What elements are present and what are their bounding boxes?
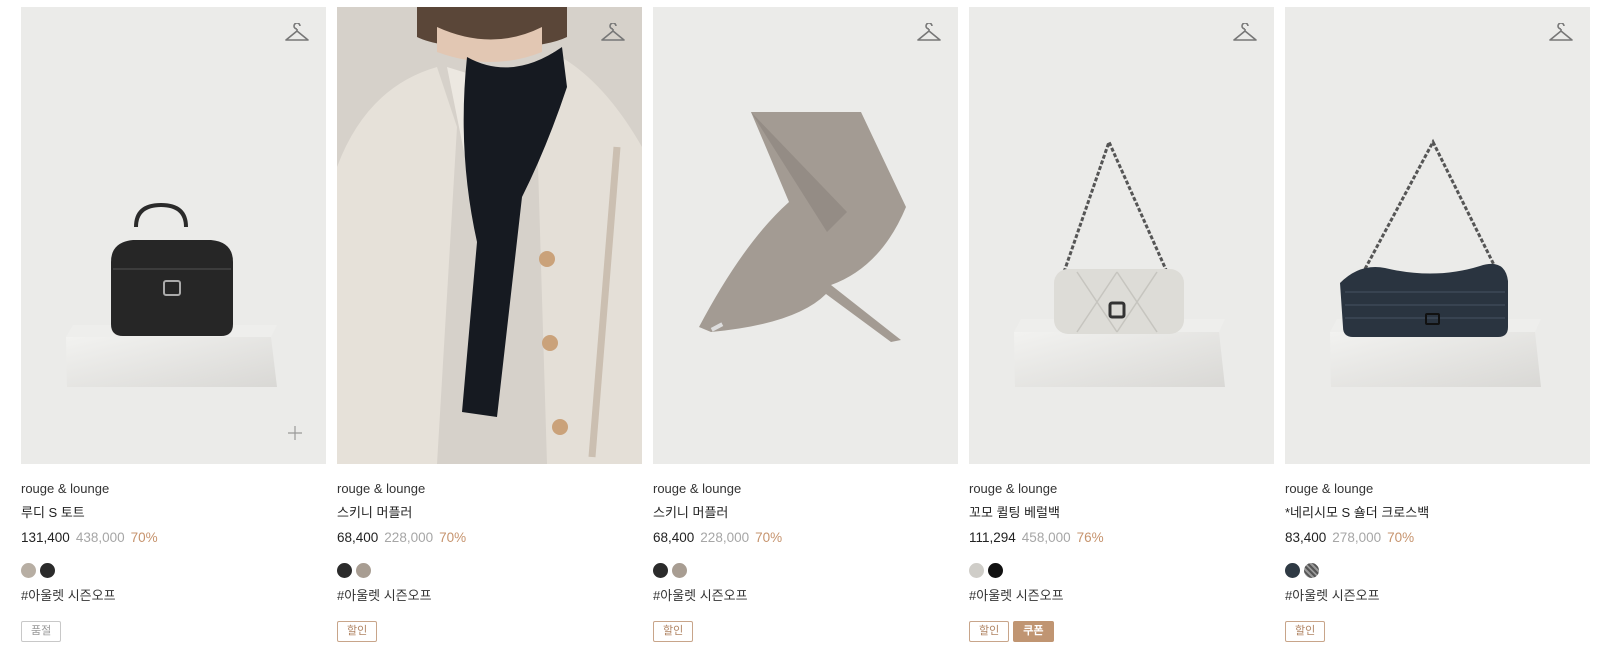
price-row: 68,400 228,000 70% [337,529,642,546]
hashtag[interactable]: #아울렛 시즌오프 [21,587,326,604]
sale-price: 68,400 [653,530,695,545]
product-card[interactable]: rouge & lounge 꼬모 퀼팅 베럴백 111,294 458,000 7… [969,7,1274,642]
sale-badge: 할인 [1285,621,1326,642]
plus-icon[interactable] [286,424,304,442]
badge-row: 할인 [337,621,642,642]
hashtag[interactable]: #아울렛 시즌오프 [969,587,1274,604]
hanger-icon[interactable] [1548,23,1574,45]
hashtag[interactable]: #아울렛 시즌오프 [653,587,958,604]
product-name[interactable]: *네리시모 S 숄더 크로스백 [1285,504,1590,521]
badge-row: 할인 [653,621,958,642]
brand-name: rouge & lounge [21,481,110,496]
discount-rate: 70% [130,530,158,545]
product-image[interactable] [337,7,642,464]
original-price: 228,000 [700,530,750,545]
badge-row: 품절 [21,621,326,642]
sale-badge: 할인 [653,621,694,642]
color-swatch[interactable] [356,563,371,578]
hanger-icon[interactable] [284,23,310,45]
color-swatches [337,563,642,578]
price-row: 68,400 228,000 70% [653,529,958,546]
price-row: 131,400 438,000 70% [21,529,326,546]
color-swatch[interactable] [988,563,1003,578]
product-image[interactable] [969,7,1274,464]
sale-price: 111,294 [969,530,1016,545]
discount-rate: 70% [439,530,467,545]
color-swatch[interactable] [337,563,352,578]
product-name[interactable]: 꼬모 퀼팅 베럴백 [969,504,1274,521]
product-card[interactable]: rouge & lounge 루디 S 토트 131,400 438,000 70%… [21,7,326,642]
sale-badge: 할인 [969,621,1010,642]
soldout-badge: 품절 [21,621,62,642]
product-card[interactable]: rouge & lounge 스키니 머플러 68,400 228,000 70% … [337,7,642,642]
color-swatches [653,563,958,578]
coupon-badge: 쿠폰 [1013,621,1054,642]
color-swatch[interactable] [969,563,984,578]
sale-price: 131,400 [21,530,70,545]
color-swatches [21,563,326,578]
product-card[interactable]: rouge & lounge *네리시모 S 숄더 크로스백 83,400 278… [1285,7,1590,642]
product-photo-model-scarf [337,7,642,464]
brand-name: rouge & lounge [1285,481,1374,496]
brand-name: rouge & lounge [969,481,1058,496]
brand-name: rouge & lounge [653,481,742,496]
product-photo-white-barrel [1014,137,1225,387]
product-photo-navy-woven [1330,138,1541,387]
badge-row: 할인 [1285,621,1590,642]
discount-rate: 70% [1387,530,1415,545]
original-price: 438,000 [75,530,125,545]
hashtag[interactable]: #아울렛 시즌오프 [337,587,642,604]
color-swatch[interactable] [1304,563,1319,578]
original-price: 278,000 [1332,530,1382,545]
sale-price: 68,400 [337,530,379,545]
product-image[interactable] [653,7,958,464]
color-swatches [969,563,1274,578]
product-name[interactable]: 스키니 머플러 [337,504,642,521]
hanger-icon[interactable] [600,23,626,45]
product-name[interactable]: 스키니 머플러 [653,504,958,521]
hanger-icon[interactable] [1232,23,1258,45]
color-swatch[interactable] [653,563,668,578]
price-row: 111,294 458,000 76% [969,529,1274,546]
color-swatches [1285,563,1590,578]
discount-rate: 70% [755,530,783,545]
badge-row: 할인 쿠폰 [969,621,1274,642]
product-photo-gray-scarf [699,112,906,342]
color-swatch[interactable] [21,563,36,578]
product-image[interactable] [21,7,326,464]
product-name[interactable]: 루디 S 토트 [21,504,326,521]
sale-badge: 할인 [337,621,378,642]
color-swatch[interactable] [40,563,55,578]
hanger-icon[interactable] [916,23,942,45]
color-swatch[interactable] [672,563,687,578]
original-price: 228,000 [384,530,434,545]
original-price: 458,000 [1021,530,1071,545]
product-card[interactable]: rouge & lounge 스키니 머플러 68,400 228,000 70% … [653,7,958,642]
hashtag[interactable]: #아울렛 시즌오프 [1285,587,1590,604]
brand-name: rouge & lounge [337,481,426,496]
price-row: 83,400 278,000 70% [1285,529,1590,546]
color-swatch[interactable] [1285,563,1300,578]
product-image[interactable] [1285,7,1590,464]
product-grid: rouge & lounge 루디 S 토트 131,400 438,000 70%… [0,0,1621,647]
product-photo-black-tote [66,202,277,387]
discount-rate: 76% [1076,530,1104,545]
sale-price: 83,400 [1285,530,1327,545]
